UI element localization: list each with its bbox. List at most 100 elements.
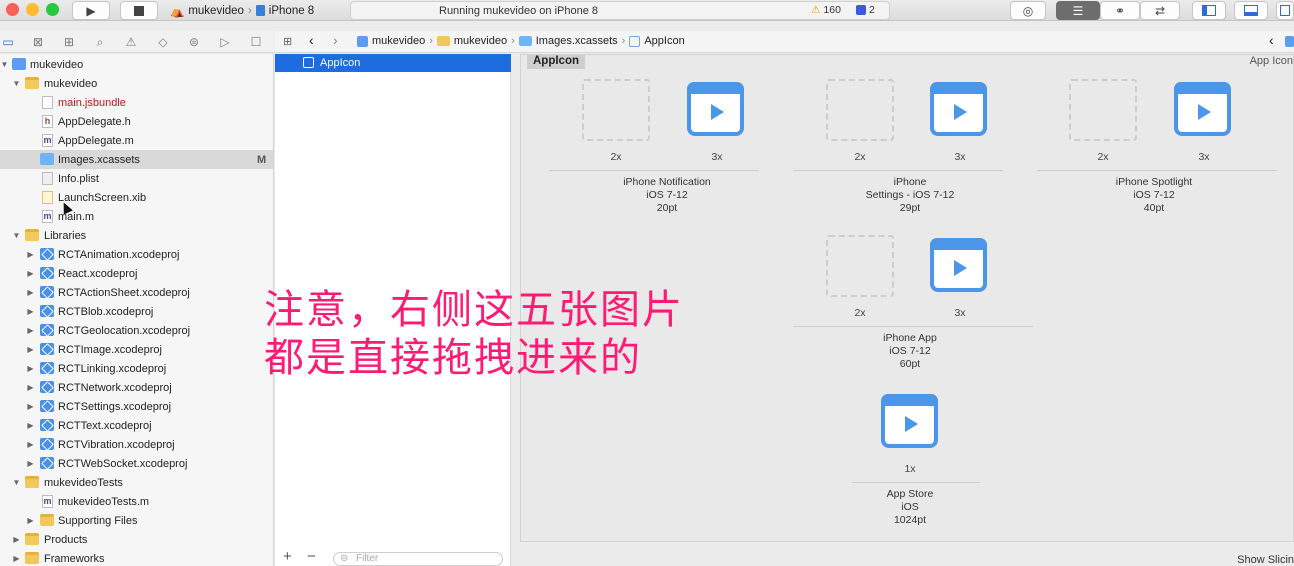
debug-icon[interactable]: ⊜ xyxy=(187,35,201,49)
disclosure-open-icon[interactable]: ▼ xyxy=(12,79,21,88)
caption-os: iOS 7-12 xyxy=(646,189,688,201)
disclosure-closed-icon[interactable]: ▶ xyxy=(12,535,21,544)
disclosure-closed-icon[interactable]: ▶ xyxy=(26,383,35,392)
disclosure-closed-icon[interactable]: ▶ xyxy=(26,326,35,335)
nav-item-file-selected[interactable]: Images.xcassets M xyxy=(0,150,273,169)
folder-icon[interactable]: ▭ xyxy=(1,35,15,49)
nav-item-subproject[interactable]: ▶ RCTAnimation.xcodeproj xyxy=(0,245,273,264)
left-panel-icon xyxy=(1202,5,1216,16)
related-items-icon[interactable]: ⊞ xyxy=(283,35,292,48)
disclosure-closed-icon[interactable]: ▶ xyxy=(26,345,35,354)
disclosure-closed-icon[interactable]: ▶ xyxy=(12,554,21,563)
nav-item-group[interactable]: ▶ Products xyxy=(0,530,273,549)
toggle-navigator-button[interactable] xyxy=(1192,1,1226,20)
breadcrumb-item[interactable]: AppIcon xyxy=(644,35,684,47)
nav-item-file[interactable]: m main.m xyxy=(0,207,273,226)
disclosure-open-icon[interactable]: ▼ xyxy=(12,478,21,487)
icon-slot-empty[interactable] xyxy=(582,79,650,141)
nav-item-file[interactable]: m AppDelegate.m xyxy=(0,131,273,150)
asset-row-selected[interactable]: AppIcon xyxy=(275,54,511,72)
toggle-inspector-button[interactable] xyxy=(1276,1,1294,20)
nav-item-subproject[interactable]: ▶ RCTActionSheet.xcodeproj xyxy=(0,283,273,302)
breadcrumb-item[interactable]: Images.xcassets xyxy=(536,35,618,47)
icon-slot-empty[interactable] xyxy=(826,235,894,297)
nav-item-subproject[interactable]: ▶ RCTText.xcodeproj xyxy=(0,416,273,435)
search-icon[interactable]: ⌕ xyxy=(93,35,107,49)
nav-item-group[interactable]: ▼ mukevideo xyxy=(0,74,273,93)
app-icon-image[interactable] xyxy=(684,79,750,141)
disclosure-closed-icon[interactable]: ▶ xyxy=(26,364,35,373)
nav-item-subproject[interactable]: ▶ RCTNetwork.xcodeproj xyxy=(0,378,273,397)
symbol-icon[interactable]: ⊞ xyxy=(62,35,76,49)
inspector-toggle-icon[interactable] xyxy=(1285,36,1294,47)
nav-item-file[interactable]: LaunchScreen.xib xyxy=(0,188,273,207)
issues-indicator[interactable]: 2 xyxy=(856,4,875,16)
nav-item-label: mukevideoTests.m xyxy=(58,495,150,508)
app-icon-image[interactable] xyxy=(878,391,944,453)
nav-item-label: main.jsbundle xyxy=(58,96,126,109)
disclosure-closed-icon[interactable]: ▶ xyxy=(26,459,35,468)
back-button[interactable]: ‹ xyxy=(309,32,314,48)
close-window-button[interactable] xyxy=(6,3,19,16)
assistant-editor-button[interactable]: ⚭ xyxy=(1100,1,1140,20)
nav-item-file[interactable]: m mukevideoTests.m xyxy=(0,492,273,511)
nav-item-group[interactable]: ▶ Supporting Files xyxy=(0,511,273,530)
breadcrumb-item[interactable]: mukevideo xyxy=(372,35,425,47)
filter-field[interactable]: ⊜ Filter xyxy=(333,552,503,566)
disclosure-open-icon[interactable]: ▼ xyxy=(12,231,21,240)
app-icon-image[interactable] xyxy=(1171,79,1237,141)
minimize-window-button[interactable] xyxy=(26,3,39,16)
nav-item-file[interactable]: h AppDelegate.h xyxy=(0,112,273,131)
nav-item-subproject[interactable]: ▶ React.xcodeproj xyxy=(0,264,273,283)
nav-item-subproject[interactable]: ▶ RCTSettings.xcodeproj xyxy=(0,397,273,416)
app-icon-image[interactable] xyxy=(927,79,993,141)
disclosure-closed-icon[interactable]: ▶ xyxy=(26,288,35,297)
disclosure-closed-icon[interactable]: ▶ xyxy=(26,307,35,316)
icon-slot-empty[interactable] xyxy=(826,79,894,141)
disclosure-closed-icon[interactable]: ▶ xyxy=(26,250,35,259)
add-button[interactable]: + xyxy=(283,548,292,565)
app-icon-image[interactable] xyxy=(927,235,993,297)
breakpoint-icon[interactable]: ▷ xyxy=(218,35,232,49)
run-button[interactable]: ▶ xyxy=(72,1,110,20)
nav-item-subproject[interactable]: ▶ RCTLinking.xcodeproj xyxy=(0,359,273,378)
toggle-debug-button[interactable] xyxy=(1234,1,1268,20)
warnings-indicator[interactable]: ⚠ 160 xyxy=(811,4,841,16)
nav-item-subproject[interactable]: ▶ RCTWebSocket.xcodeproj xyxy=(0,454,273,473)
chevron-left-icon[interactable]: ‹ xyxy=(1269,32,1274,48)
disclosure-closed-icon[interactable]: ▶ xyxy=(26,402,35,411)
disclosure-closed-icon[interactable]: ▶ xyxy=(26,421,35,430)
report-icon[interactable]: ☐ xyxy=(249,35,263,49)
breadcrumb-item[interactable]: mukevideo xyxy=(454,35,507,47)
stop-button[interactable] xyxy=(120,1,158,20)
disclosure-closed-icon[interactable]: ▶ xyxy=(26,516,35,525)
nav-item-group[interactable]: ▼ mukevideoTests xyxy=(0,473,273,492)
nav-item-project[interactable]: ▼ mukevideo xyxy=(0,55,273,74)
disclosure-open-icon[interactable]: ▼ xyxy=(0,60,9,69)
source-control-icon[interactable]: ⊠ xyxy=(31,35,45,49)
nav-item-subproject[interactable]: ▶ RCTGeolocation.xcodeproj xyxy=(0,321,273,340)
zoom-window-button[interactable] xyxy=(46,3,59,16)
filter-icon: ⊜ xyxy=(340,553,349,564)
nav-item-subproject[interactable]: ▶ RCTImage.xcodeproj xyxy=(0,340,273,359)
test-icon[interactable]: ◇ xyxy=(156,35,170,49)
library-button[interactable]: ◎ xyxy=(1010,1,1046,20)
nav-item-group[interactable]: ▶ Frameworks xyxy=(0,549,273,566)
nav-item-subproject[interactable]: ▶ RCTBlob.xcodeproj xyxy=(0,302,273,321)
scheme-selector[interactable]: ⛺ mukevideo › iPhone 8 xyxy=(170,1,314,20)
forward-button[interactable]: › xyxy=(333,32,338,48)
warning-icon[interactable]: ⚠ xyxy=(124,35,138,49)
icon-slot-empty[interactable] xyxy=(1069,79,1137,141)
nav-item-file[interactable]: main.jsbundle xyxy=(0,93,273,112)
disclosure-closed-icon[interactable]: ▶ xyxy=(26,269,35,278)
nav-item-file[interactable]: Info.plist xyxy=(0,169,273,188)
remove-button[interactable]: − xyxy=(307,548,316,565)
show-slicing-button[interactable]: Show Slicin xyxy=(1237,554,1294,566)
nav-item-subproject[interactable]: ▶ RCTVibration.xcodeproj xyxy=(0,435,273,454)
standard-editor-button[interactable]: ☰ xyxy=(1056,1,1100,20)
disclosure-closed-icon[interactable]: ▶ xyxy=(26,440,35,449)
xcodeproj-icon xyxy=(40,419,54,431)
version-editor-button[interactable]: ⇄ xyxy=(1140,1,1180,20)
objc-file-icon: m xyxy=(42,134,53,147)
nav-item-group[interactable]: ▼ Libraries xyxy=(0,226,273,245)
